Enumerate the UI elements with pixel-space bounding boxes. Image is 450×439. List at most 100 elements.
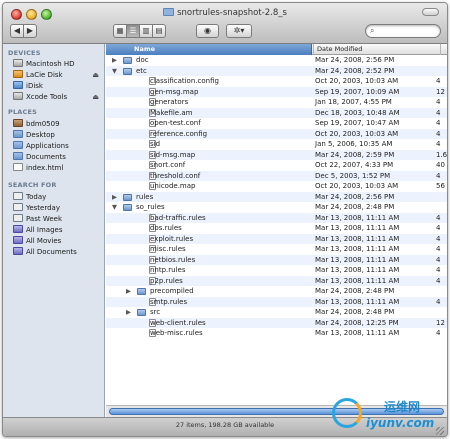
sidebar-item-documents[interactable]: Documents [13,152,103,163]
file-row[interactable]: generators Jan 18, 2007, 4:55 PM 4 [106,97,447,108]
sidebar-item-label: Applications [26,142,69,150]
sidebar-item-applications[interactable]: Applications [13,141,103,152]
item-date-modified: Oct 20, 2003, 10:03 AM [315,77,399,85]
disclosure-collapsed-icon[interactable]: ▶ [126,286,131,297]
folder-icon [123,67,132,75]
folder-row[interactable]: ▶ rules Mar 24, 2008, 2:56 PM [106,191,447,203]
folder-row[interactable]: ▼ etc Mar 24, 2008, 2:52 PM [106,65,447,77]
toolbar-toggle-button[interactable] [422,8,439,16]
file-row[interactable]: Makefile.am Dec 18, 2003, 10:48 AM 4 [106,107,447,118]
item-name: smtp.rules [150,297,188,306]
item-name: netbios.rules [150,255,196,264]
column-view-button[interactable]: ▥ [139,24,153,38]
sidebar-item-label: Today [26,193,47,201]
item-date-modified: Mar 24, 2008, 2:56 PM [315,56,395,64]
file-row[interactable]: open-test.conf Sep 19, 2007, 10:47 AM 4 [106,118,447,129]
file-row[interactable]: threshold.conf Dec 5, 2003, 1:52 PM 4 [106,170,447,181]
item-name: etc [136,66,147,75]
file-row[interactable]: web-misc.rules Mar 13, 2008, 11:11 AM 4 [106,328,447,339]
item-name: misc.rules [150,245,186,253]
sidebar-item-lacie-disk[interactable]: LaCie Disk ⏏ [13,70,103,81]
item-name: exploit.rules [150,234,194,243]
sidebar-item-all-movies[interactable]: All Movies [13,236,103,247]
disclosure-expanded-icon[interactable]: ▼ [112,202,117,213]
sidebar-item-idisk[interactable]: iDisk [13,81,103,92]
sidebar-item-macintosh-hd[interactable]: Macintosh HD [13,59,103,70]
item-date-modified: Oct 20, 2003, 10:03 AM [315,129,399,138]
item-date-modified: Mar 13, 2008, 11:11 AM [315,224,400,232]
folder-row[interactable]: ▶ src Mar 24, 2008, 2:48 PM [106,307,447,318]
file-row[interactable]: p2p.rules Mar 13, 2008, 11:11 AM 4 [106,275,447,286]
file-row[interactable]: unicode.map Oct 20, 2003, 10:03 AM 56 [106,181,447,192]
item-size: 4 [436,213,441,222]
item-date-modified: Mar 24, 2008, 2:48 PM [315,203,395,211]
places-header: PLACES [8,108,38,116]
file-row[interactable]: sid Jan 5, 2006, 10:35 AM 4 [106,139,447,150]
file-row[interactable]: netbios.rules Mar 13, 2008, 11:11 AM 4 [106,254,447,265]
forward-button[interactable]: ▶ [23,24,37,38]
item-date-modified: Sep 19, 2007, 10:09 AM [315,87,400,96]
action-menu-button[interactable]: ✲▾ [226,24,252,38]
disclosure-expanded-icon[interactable]: ▼ [112,66,117,77]
file-row[interactable]: web-client.rules Mar 24, 2008, 12:25 PM 12 [106,317,447,328]
sidebar-item-label: All Movies [26,237,62,245]
sidebar-item-all-images[interactable]: All Images [13,225,103,236]
sidebar-item-all-documents[interactable]: All Documents [13,247,103,258]
disclosure-collapsed-icon[interactable]: ▶ [112,55,117,66]
sidebar-item-past-week[interactable]: Past Week [13,214,103,225]
file-row[interactable]: snort.conf Oct 22, 2007, 4:33 PM 40 [106,160,447,171]
sidebar-item-label: Past Week [26,215,62,223]
sidebar-item-home[interactable]: bdm0509 [13,119,103,130]
file-row[interactable]: dos.rules Mar 13, 2008, 11:11 AM 4 [106,223,447,234]
eject-icon[interactable]: ⏏ [92,70,99,81]
sidebar-item-yesterday[interactable]: Yesterday [13,203,103,214]
item-date-modified: Mar 24, 2008, 2:59 PM [315,150,395,159]
column-header-name[interactable]: Name [106,44,312,55]
sidebar-item-label: iDisk [26,82,43,90]
quick-look-button[interactable]: ◉ [196,24,219,38]
smart-folder-icon [13,247,23,255]
sidebar-item-desktop[interactable]: Desktop [13,130,103,141]
folder-row[interactable]: ▼ so_rules Mar 24, 2008, 2:48 PM [106,202,447,213]
file-row[interactable]: bad-traffic.rules Mar 13, 2008, 11:11 AM 4 [106,212,447,223]
sidebar-item-today[interactable]: Today [13,192,103,203]
item-date-modified: Jan 5, 2006, 10:35 AM [315,140,393,148]
file-row[interactable]: reference.config Oct 20, 2003, 10:03 AM 4 [106,128,447,139]
disclosure-collapsed-icon[interactable]: ▶ [112,192,117,203]
disclosure-collapsed-icon[interactable]: ▶ [126,307,131,318]
list-view-button[interactable]: ☰ [126,24,140,38]
file-row[interactable]: exploit.rules Mar 13, 2008, 11:11 AM 4 [106,233,447,244]
item-name: threshold.conf [150,171,201,180]
column-header-date[interactable]: Date Modified [313,44,447,55]
sidebar-item-label: Macintosh HD [26,60,75,68]
item-name: generators [150,98,189,106]
folder-row[interactable]: ▶ doc Mar 24, 2008, 2:56 PM [106,55,447,66]
item-date-modified: Mar 13, 2008, 11:11 AM [315,213,400,222]
file-row[interactable]: classification.config Oct 20, 2003, 10:03… [106,76,447,87]
file-row[interactable]: nntp.rules Mar 13, 2008, 11:11 AM 4 [106,265,447,276]
idisk-icon [13,81,23,89]
item-date-modified: Dec 18, 2003, 10:48 AM [315,108,400,117]
item-size: 4 [436,276,441,285]
search-input[interactable] [380,26,438,36]
back-button[interactable]: ◀ [10,24,24,38]
sidebar-item-label: Documents [26,153,66,161]
item-date-modified: Mar 24, 2008, 12:25 PM [315,318,399,327]
item-name: doc [136,56,149,64]
cover-flow-button[interactable]: ▤ [152,24,166,38]
eject-icon[interactable]: ⏏ [92,92,99,103]
sidebar-item-xcode-tools[interactable]: Xcode Tools ⏏ [13,92,103,103]
window-title-text: snortrules-snapshot-2.8_s [177,8,287,18]
file-row[interactable]: smtp.rules Mar 13, 2008, 11:11 AM 4 [106,296,447,307]
sidebar-item-index-html[interactable]: index.html [13,163,103,174]
file-row[interactable]: misc.rules Mar 13, 2008, 11:11 AM 4 [106,244,447,255]
item-name: sid-msg.map [150,150,196,159]
item-size: 4 [436,297,441,306]
icon-view-button[interactable]: ▦ [113,24,127,38]
folder-row[interactable]: ▶ precompiled Mar 24, 2008, 2:48 PM [106,286,447,297]
search-field[interactable]: ⌕ [365,24,441,38]
file-row[interactable]: gen-msg.map Sep 19, 2007, 10:09 AM 12 [106,86,447,97]
item-date-modified: Mar 13, 2008, 11:11 AM [315,329,400,337]
file-row[interactable]: sid-msg.map Mar 24, 2008, 2:59 PM 1.6 [106,149,447,160]
item-name: so_rules [136,203,165,211]
